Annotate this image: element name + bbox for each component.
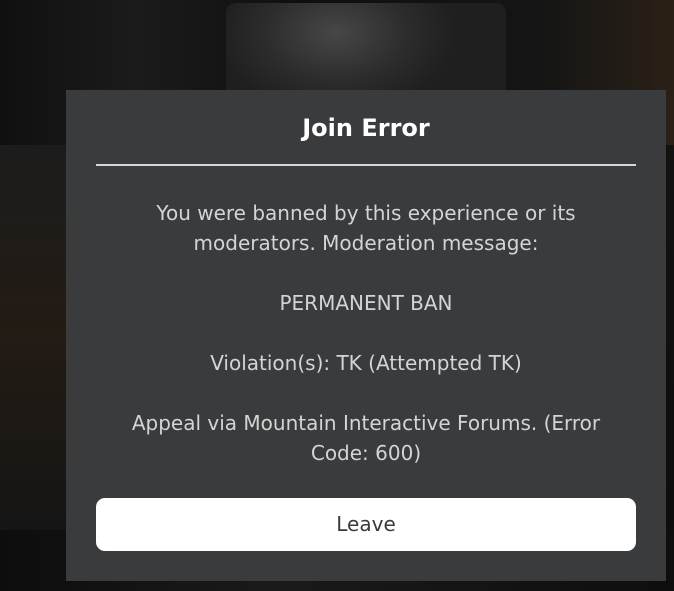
appeal-text: Appeal via Mountain Interactive Forums. … — [131, 411, 601, 465]
join-error-dialog: Join Error You were banned by this exper… — [66, 90, 666, 581]
title-divider — [96, 164, 636, 166]
game-background: Join Error You were banned by this exper… — [0, 0, 674, 591]
moderation-message: PERMANENT BAN — [279, 291, 453, 315]
leave-button[interactable]: Leave — [96, 498, 636, 551]
dialog-title: Join Error — [302, 114, 430, 142]
violation-text: Violation(s): TK (Attempted TK) — [210, 351, 522, 375]
background-scene-left — [0, 145, 66, 530]
ban-message: You were banned by this experience or it… — [156, 201, 576, 255]
